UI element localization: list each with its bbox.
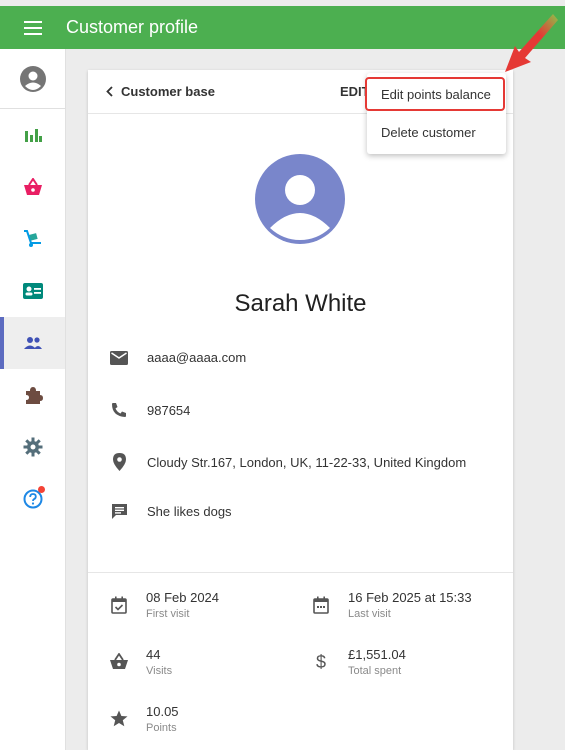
note-row: She likes dogs bbox=[108, 503, 232, 520]
edit-button[interactable]: EDIT bbox=[340, 84, 370, 99]
sidebar-item-help[interactable] bbox=[0, 473, 65, 525]
section-divider bbox=[88, 572, 513, 573]
points-label: Points bbox=[146, 722, 177, 734]
calendar-check-icon bbox=[111, 596, 127, 614]
calendar-icon bbox=[313, 596, 329, 614]
total-spent-value: £1,551.04 bbox=[348, 647, 406, 662]
sidebar-item-customers[interactable] bbox=[0, 317, 65, 369]
dollar-icon: $ bbox=[315, 652, 326, 672]
menu-button[interactable] bbox=[0, 6, 66, 49]
email-value: aaaa@aaaa.com bbox=[147, 350, 247, 365]
phone-icon bbox=[112, 403, 126, 417]
points-value: 10.05 bbox=[146, 704, 179, 719]
stat-last-visit: 16 Feb 2025 at 15:33 Last visit bbox=[310, 590, 472, 620]
stat-visits: 44 Visits bbox=[108, 647, 172, 677]
comment-icon bbox=[111, 504, 127, 519]
page-title: Customer profile bbox=[66, 17, 199, 37]
customer-name: Sarah White bbox=[234, 290, 367, 317]
total-spent-label: Total spent bbox=[348, 665, 402, 677]
note-value: She likes dogs bbox=[147, 504, 232, 519]
customer-avatar bbox=[255, 154, 345, 244]
address-row: Cloudy Str.167, London, UK, 11-22-33, Un… bbox=[108, 453, 466, 471]
contact-card-icon bbox=[22, 283, 43, 299]
person-icon bbox=[270, 175, 330, 240]
sidebar-item-account[interactable] bbox=[0, 49, 65, 109]
stat-first-visit: 08 Feb 2024 First visit bbox=[108, 590, 219, 620]
back-label: Customer base bbox=[121, 84, 215, 99]
email-icon bbox=[110, 350, 128, 365]
puzzle-icon bbox=[25, 387, 43, 404]
star-icon bbox=[110, 710, 128, 727]
address-value: Cloudy Str.167, London, UK, 11-22-33, Un… bbox=[147, 454, 467, 470]
sidebar-item-integrations[interactable] bbox=[0, 369, 65, 421]
hand-truck-icon bbox=[23, 230, 41, 247]
gear-icon bbox=[23, 437, 42, 457]
bar-chart-icon bbox=[24, 129, 42, 142]
account-circle-icon bbox=[19, 65, 46, 92]
actions-menu: Edit points balance Delete customer bbox=[367, 73, 506, 154]
people-icon bbox=[23, 337, 42, 349]
basket-icon bbox=[23, 178, 42, 195]
menu-item-edit-points-balance[interactable]: Edit points balance bbox=[367, 75, 506, 113]
customer-card: Customer base EDIT Sarah White aaaa@aaaa… bbox=[88, 70, 513, 750]
sidebar-item-cards[interactable] bbox=[0, 265, 65, 317]
stat-total-spent: $ £1,551.04 Total spent bbox=[310, 647, 406, 677]
sidebar-item-inventory[interactable] bbox=[0, 213, 65, 265]
phone-value: 987654 bbox=[147, 402, 191, 418]
pointer-arrow bbox=[505, 14, 558, 72]
notification-dot bbox=[38, 486, 45, 493]
menu-item-delete-customer[interactable]: Delete customer bbox=[367, 113, 506, 151]
first-visit-label: First visit bbox=[146, 608, 190, 620]
last-visit-label: Last visit bbox=[348, 608, 391, 620]
email-row: aaaa@aaaa.com bbox=[108, 350, 246, 365]
visits-label: Visits bbox=[146, 665, 173, 677]
app-bar: Customer profile bbox=[0, 6, 565, 49]
stat-points: 10.05 Points bbox=[108, 704, 179, 734]
location-pin-icon bbox=[112, 453, 126, 471]
sidebar-item-analytics[interactable] bbox=[0, 109, 65, 161]
last-visit-value: 16 Feb 2025 at 15:33 bbox=[348, 590, 472, 605]
basket-icon bbox=[110, 653, 128, 669]
phone-row: 987654 bbox=[108, 402, 190, 418]
sidebar-item-sales[interactable] bbox=[0, 161, 65, 213]
sidebar-item-settings[interactable] bbox=[0, 421, 65, 473]
hamburger-icon bbox=[24, 20, 42, 35]
chevron-left-icon bbox=[106, 86, 113, 97]
first-visit-value: 08 Feb 2024 bbox=[146, 590, 220, 605]
visits-value: 44 bbox=[146, 647, 161, 662]
sidebar bbox=[0, 49, 66, 750]
back-to-customer-base[interactable]: Customer base bbox=[106, 84, 215, 99]
